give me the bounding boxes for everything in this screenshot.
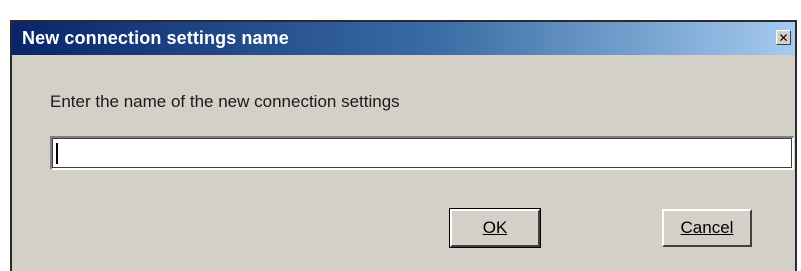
window-title: New connection settings name: [22, 28, 289, 48]
dialog-window: New connection settings name ✕ Enter the…: [10, 20, 797, 271]
ok-button[interactable]: OK: [449, 208, 541, 248]
title-bar[interactable]: New connection settings name ✕: [12, 22, 795, 55]
text-caret: [56, 143, 58, 164]
prompt-label: Enter the name of the new connection set…: [50, 92, 400, 111]
close-button[interactable]: ✕: [776, 30, 791, 45]
cancel-button-label: Cancel: [680, 218, 734, 237]
close-icon: ✕: [778, 30, 789, 45]
cancel-button[interactable]: Cancel: [662, 209, 752, 247]
connection-name-input[interactable]: [50, 136, 794, 170]
ok-button-label: OK: [482, 218, 508, 237]
